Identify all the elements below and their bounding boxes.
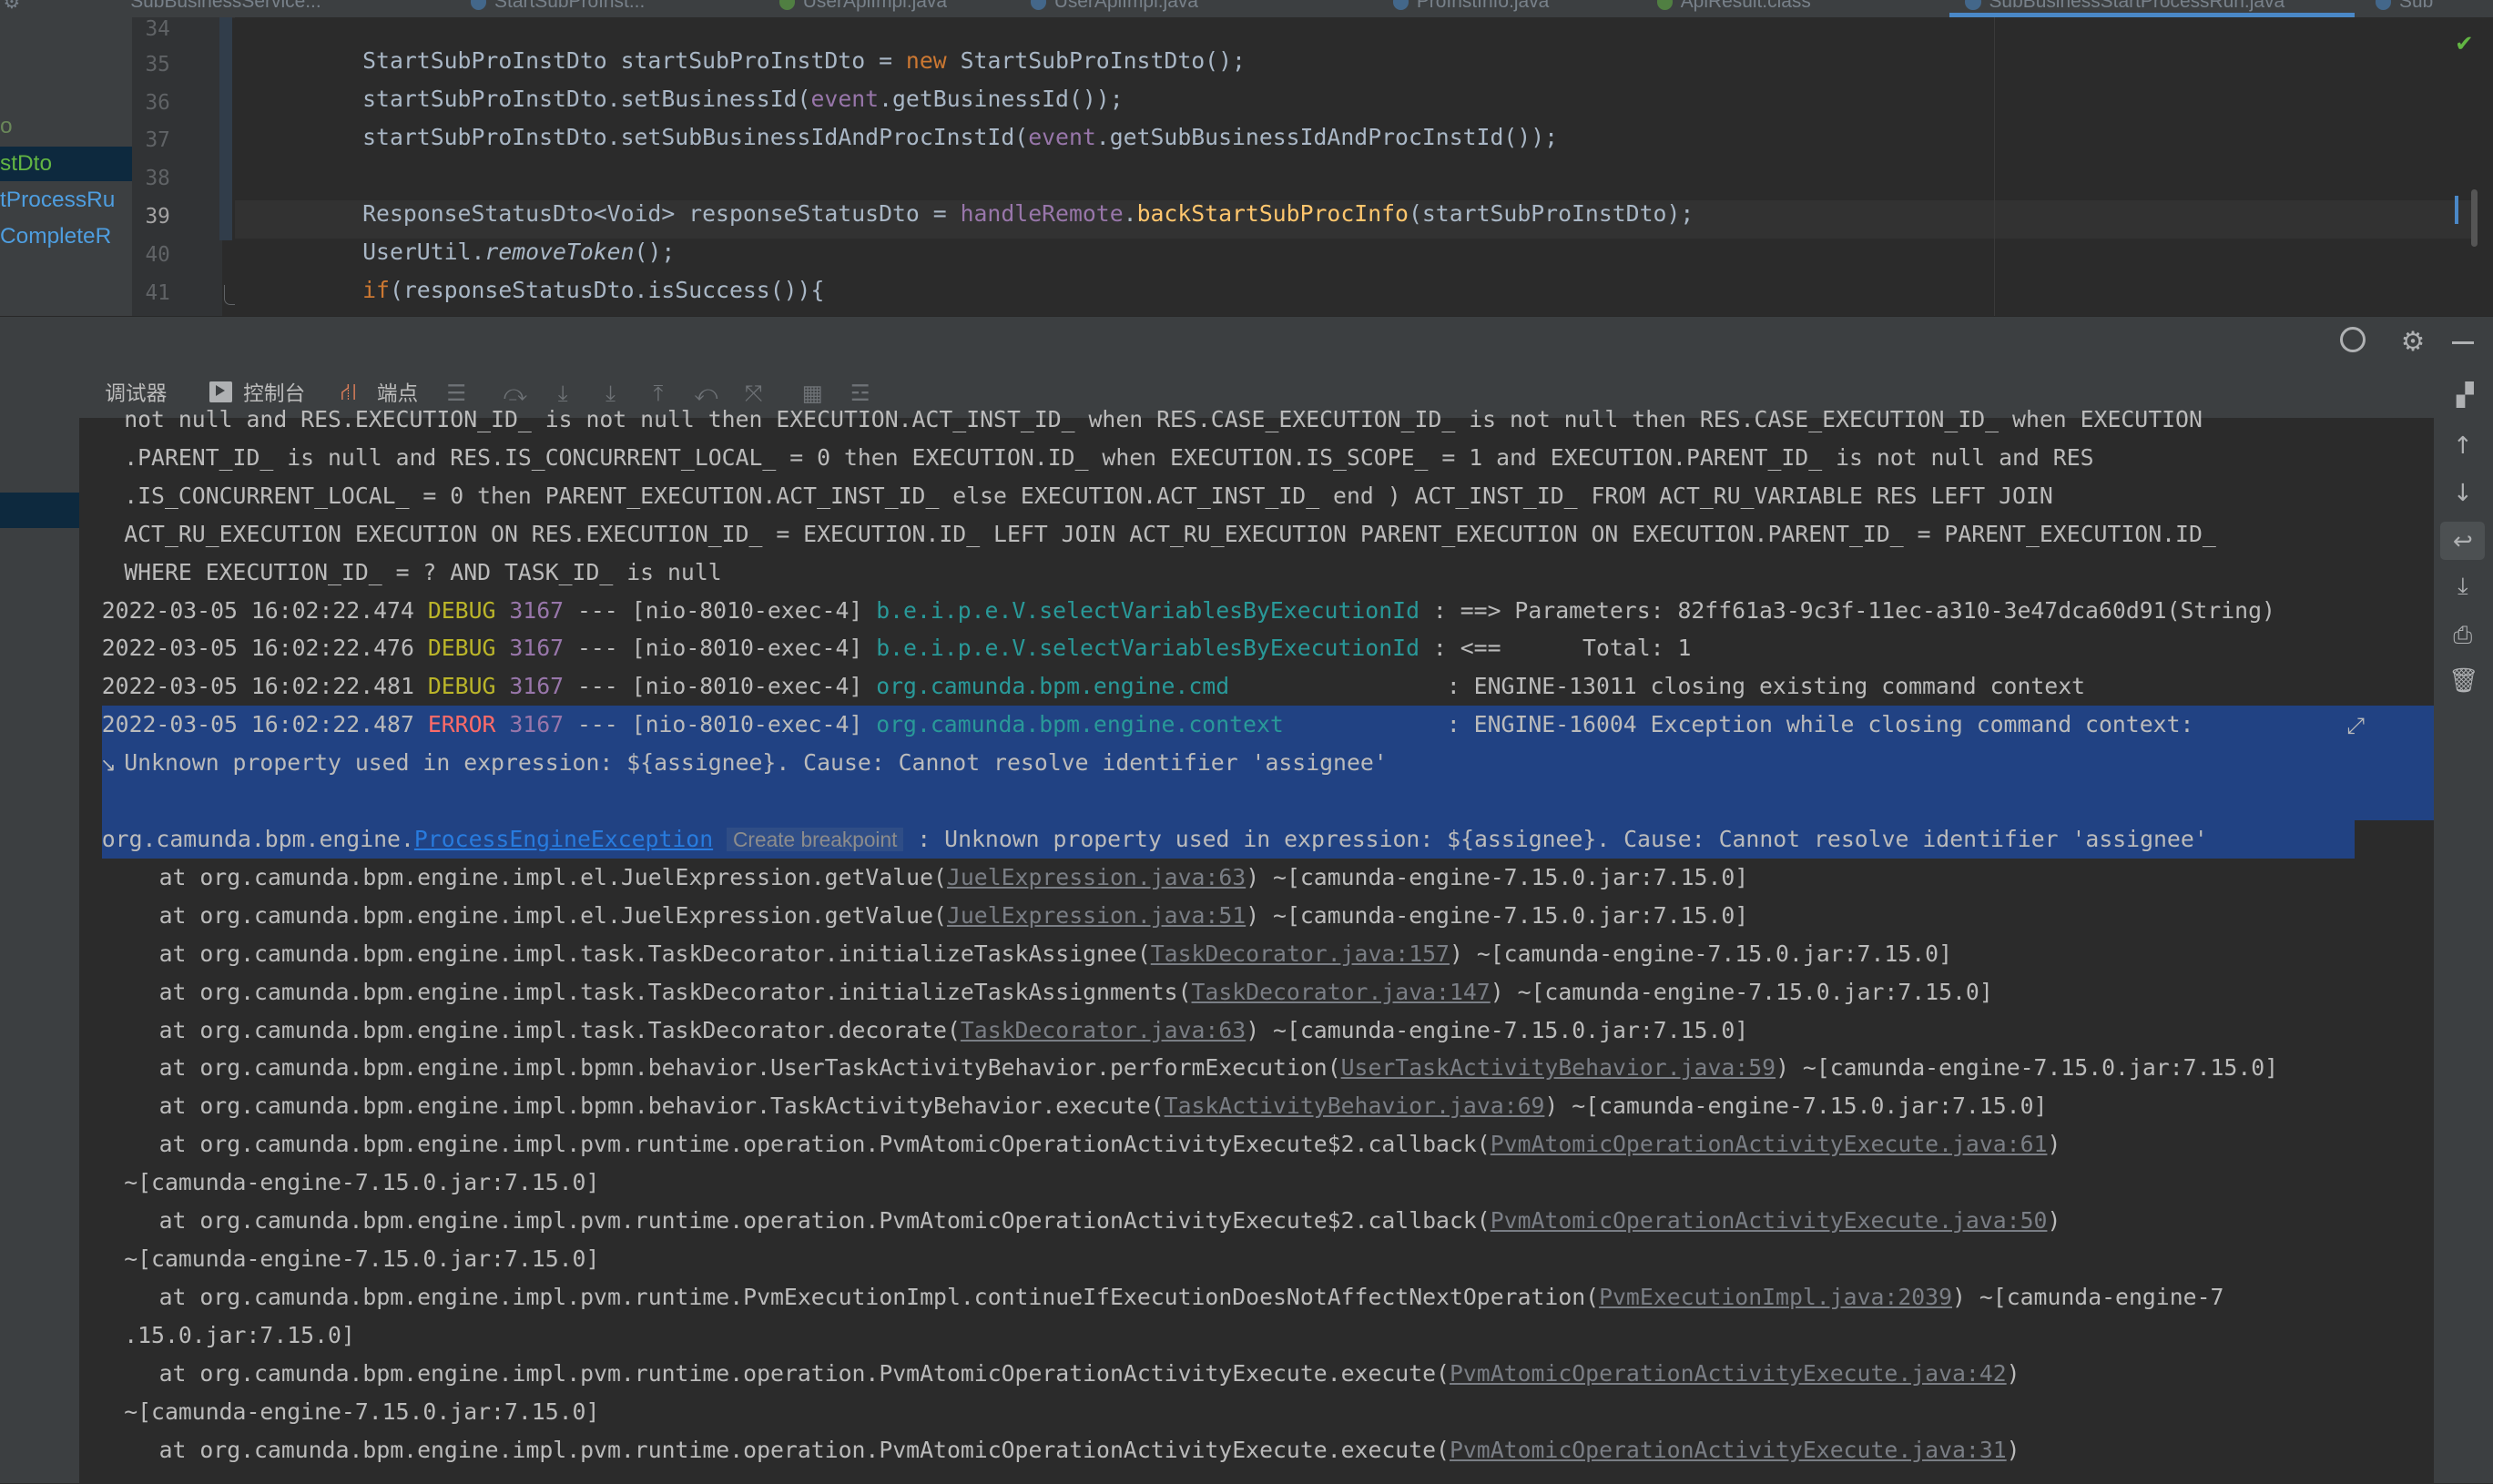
stack-frame: at org.camunda.bpm.engine.impl.task.Task… <box>158 978 1993 1005</box>
console-line: ACT_RU_EXECUTION EXECUTION ON RES.EXECUT… <box>124 520 2216 547</box>
source-link[interactable]: PvmExecutionImpl.java:2039 <box>1599 1284 1952 1310</box>
scroll-marker <box>2455 195 2458 225</box>
stack-frame: at org.camunda.bpm.engine.impl.task.Task… <box>158 940 1953 967</box>
console-lines: not null and RES.EXECUTION_ID_ is not nu… <box>0 0 2434 1483</box>
log-line: 2022-03-05 16:02:22.476 DEBUG 3167 --- [… <box>101 635 1692 662</box>
scroll-to-end-icon[interactable]: ⤓ <box>2448 573 2477 601</box>
stack-frame: at org.camunda.bpm.engine.impl.pvm.runti… <box>158 1359 2020 1387</box>
source-link[interactable]: TaskActivityBehavior.java:69 <box>1165 1093 1545 1119</box>
console-line: .IS_CONCURRENT_LOCAL_ = 0 then PARENT_EX… <box>124 482 2053 509</box>
check-icon[interactable]: ✔ <box>2455 30 2473 56</box>
source-link[interactable]: PvmAtomicOperationActivityExecute.java:5… <box>1491 1207 2048 1234</box>
console-line: .15.0.jar:7.15.0] <box>124 1321 355 1348</box>
console-line: Unknown property used in expression: ${a… <box>124 749 1388 777</box>
soft-wrap-continue-icon: ↘ <box>100 753 117 776</box>
stack-frame: at org.camunda.bpm.engine.impl.task.Task… <box>158 1016 1749 1043</box>
source-link[interactable]: PvmAtomicOperationActivityExecute.java:6… <box>1491 1131 2048 1157</box>
source-link[interactable]: TaskDecorator.java:63 <box>961 1017 1246 1043</box>
source-link[interactable]: UserTaskActivityBehavior.java:59 <box>1341 1054 1776 1081</box>
console-line: not null and RES.EXECUTION_ID_ is not nu… <box>124 406 2203 433</box>
stack-frame: at org.camunda.bpm.engine.impl.bpmn.beha… <box>158 1093 2048 1120</box>
console-line: WHERE EXECUTION_ID_ = ? AND TASK_ID_ is … <box>124 558 722 585</box>
console-line: ~[camunda-engine-7.15.0.jar:7.15.0] <box>124 1169 600 1196</box>
layout-icon[interactable]: ▞ <box>2457 381 2474 408</box>
source-link[interactable]: TaskDecorator.java:147 <box>1192 979 1491 1005</box>
log-line: 2022-03-05 16:02:22.474 DEBUG 3167 --- [… <box>101 596 2275 624</box>
console-line: .PARENT_ID_ is null and RES.IS_CONCURREN… <box>124 443 2094 471</box>
stack-frame: at org.camunda.bpm.engine.impl.el.JuelEx… <box>158 901 1749 929</box>
source-link[interactable]: TaskDecorator.java:157 <box>1151 940 1450 967</box>
console-line: ~[camunda-engine-7.15.0.jar:7.15.0] <box>124 1398 600 1425</box>
arrow-down-icon[interactable]: ↓ <box>2448 480 2477 508</box>
stack-frame: at org.camunda.bpm.engine.impl.bpmn.beha… <box>158 1054 2279 1082</box>
minimize-icon[interactable] <box>2451 341 2475 345</box>
source-link[interactable]: PvmAtomicOperationActivityExecute.java:3… <box>1450 1437 2007 1463</box>
stack-frame: at org.camunda.bpm.engine.impl.pvm.runti… <box>158 1207 2061 1235</box>
soft-wrap-icon[interactable]: ↩ <box>2448 528 2477 556</box>
stack-frame: at org.camunda.bpm.engine.impl.pvm.runti… <box>158 1131 2061 1158</box>
source-link[interactable]: PvmAtomicOperationActivityExecute.java:4… <box>1450 1360 2007 1387</box>
stack-frame: at org.camunda.bpm.engine.impl.el.JuelEx… <box>158 863 1749 890</box>
exception-line: org.camunda.bpm.engine.ProcessEngineExce… <box>101 826 2208 853</box>
log-line: 2022-03-05 16:02:22.481 DEBUG 3167 --- [… <box>101 673 2086 700</box>
create-breakpoint-hint[interactable]: Create breakpoint <box>727 828 904 852</box>
log-line-error: 2022-03-05 16:02:22.487 ERROR 3167 --- [… <box>101 711 2194 738</box>
console-line: ~[camunda-engine-7.15.0.jar:7.15.0] <box>124 1245 600 1273</box>
trash-icon[interactable]: 🗑 <box>2448 667 2478 696</box>
source-link[interactable]: JuelExpression.java:51 <box>947 902 1246 929</box>
stack-frame: at org.camunda.bpm.engine.impl.pvm.runti… <box>158 1283 2224 1310</box>
soft-wrap-arrow-icon: ⤢ <box>2346 712 2365 739</box>
source-link[interactable]: JuelExpression.java:63 <box>947 864 1246 890</box>
scrollbar-thumb[interactable] <box>2470 188 2478 247</box>
arrow-up-icon[interactable]: ↑ <box>2448 432 2477 461</box>
editor-scrollbar[interactable]: ✔ <box>2455 17 2493 317</box>
stack-frame: at org.camunda.bpm.engine.impl.pvm.runti… <box>158 1436 2020 1463</box>
exception-class-link[interactable]: ProcessEngineException <box>414 826 713 852</box>
print-icon[interactable]: ⎙ <box>2448 622 2477 650</box>
